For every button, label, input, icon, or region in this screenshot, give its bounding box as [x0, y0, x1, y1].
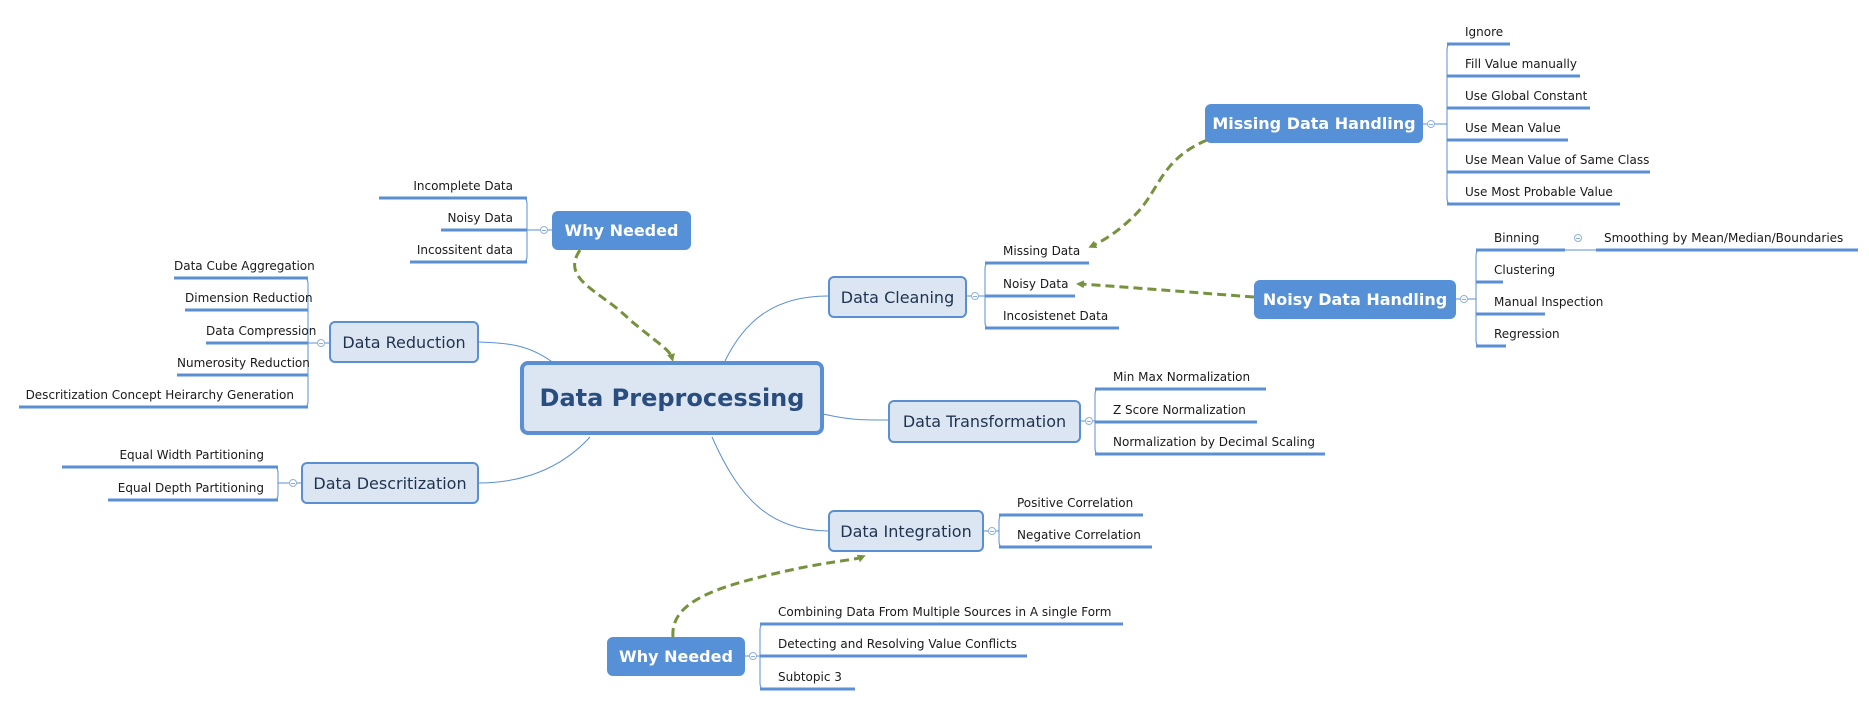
topic-label: Data Transformation	[902, 412, 1067, 431]
subtopic[interactable]: Incossitent data	[410, 243, 513, 257]
root-topic[interactable]: Data Preprocessing	[520, 361, 824, 435]
relationship-why-needed-to-root	[573, 249, 675, 362]
subtopic[interactable]: Manual Inspection	[1494, 295, 1603, 309]
subtopic[interactable]: Use Most Probable Value	[1465, 185, 1613, 199]
subtopic[interactable]: Subtopic 3	[778, 670, 842, 684]
subtopic[interactable]: Incomplete Data	[379, 179, 513, 193]
subtopic[interactable]: Fill Value manually	[1465, 57, 1577, 71]
link-root-descritization	[477, 436, 591, 484]
subtopic[interactable]: Min Max Normalization	[1113, 370, 1250, 384]
subtopic[interactable]: Dimension Reduction	[185, 291, 313, 305]
collapse-toggle-icon[interactable]	[749, 652, 757, 660]
subtopic[interactable]: Missing Data	[1003, 244, 1080, 258]
topic-label: Why Needed	[564, 221, 679, 240]
subtopic[interactable]: Noisy Data	[1003, 277, 1068, 291]
subtopic[interactable]: Use Global Constant	[1465, 89, 1587, 103]
topic-label: Data Reduction	[342, 332, 466, 352]
link-root-transformation	[822, 413, 889, 421]
subtopic[interactable]: Incosistenet Data	[1003, 309, 1108, 323]
subtopic-smoothing[interactable]: Smoothing by Mean/Median/Boundaries	[1604, 231, 1843, 245]
bracket-line	[998, 514, 1004, 548]
relationship-noisy-handling-to-noisy-data	[1076, 280, 1255, 299]
collapse-toggle-icon[interactable]	[289, 479, 297, 487]
subtopic[interactable]: Binning	[1494, 231, 1539, 245]
collapse-toggle-icon[interactable]	[317, 339, 325, 347]
link-root-cleaning	[724, 295, 829, 362]
floating-topic-why-needed-bottom[interactable]: Why Needed	[607, 637, 745, 676]
collapse-toggle-icon[interactable]	[971, 292, 979, 300]
floating-topic-noisy-data-handling[interactable]: Noisy Data Handling	[1254, 280, 1456, 319]
relationship-missing-handling-to-missing-data	[1088, 138, 1208, 248]
collapse-toggle-icon[interactable]	[1427, 120, 1435, 128]
root-topic-label: Data Preprocessing	[539, 384, 805, 412]
topic-label: Why Needed	[619, 647, 733, 666]
topic-data-reduction[interactable]: Data Reduction	[329, 321, 479, 363]
topic-label: Data Descritization	[313, 473, 467, 493]
topic-data-transformation[interactable]: Data Transformation	[888, 400, 1081, 443]
subtopic[interactable]: Positive Correlation	[1017, 496, 1133, 510]
topic-label: Missing Data Handling	[1212, 114, 1416, 133]
topic-data-integration[interactable]: Data Integration	[828, 510, 984, 552]
subtopic[interactable]: Use Mean Value	[1465, 121, 1561, 135]
collapse-toggle-icon[interactable]	[1460, 295, 1468, 303]
collapse-toggle-icon[interactable]	[988, 527, 996, 535]
topic-label: Data Cleaning	[840, 287, 955, 307]
topic-label: Data Integration	[840, 521, 972, 541]
collapse-toggle-icon[interactable]	[1574, 234, 1582, 242]
subtopic[interactable]: Detecting and Resolving Value Conflicts	[778, 637, 1017, 651]
bracket-line	[1475, 249, 1481, 347]
connections-layer	[19, 42, 1858, 691]
bracket-line	[1446, 43, 1452, 205]
subtopic[interactable]: Regression	[1494, 327, 1560, 341]
subtopic[interactable]: Noisy Data	[441, 211, 513, 225]
subtopic[interactable]: Ignore	[1465, 25, 1503, 39]
floating-topic-missing-data-handling[interactable]: Missing Data Handling	[1205, 104, 1423, 143]
subtopic[interactable]: Equal Depth Partitioning	[108, 481, 264, 495]
collapse-toggle-icon[interactable]	[540, 226, 548, 234]
subtopic[interactable]: Equal Width Partitioning	[62, 448, 264, 462]
bracket-line	[273, 466, 279, 501]
topic-data-cleaning[interactable]: Data Cleaning	[828, 276, 967, 318]
topic-data-descritization[interactable]: Data Descritization	[301, 462, 479, 504]
topic-label: Noisy Data Handling	[1262, 290, 1448, 309]
collapse-toggle-icon[interactable]	[1085, 417, 1093, 425]
subtopic[interactable]: Use Mean Value of Same Class	[1465, 153, 1649, 167]
subtopic[interactable]: Normalization by Decimal Scaling	[1113, 435, 1315, 449]
subtopic[interactable]: Data Cube Aggregation	[174, 259, 315, 273]
subtopic[interactable]: Combining Data From Multiple Sources in …	[778, 605, 1111, 619]
mind-map-canvas: Data Preprocessing Data Reduction Data D…	[0, 0, 1869, 703]
subtopic[interactable]: Numerosity Reduction	[177, 356, 310, 370]
subtopic[interactable]: Clustering	[1494, 263, 1555, 277]
link-root-integration	[711, 436, 829, 532]
subtopic[interactable]: Z Score Normalization	[1113, 403, 1246, 417]
floating-topic-why-needed-top[interactable]: Why Needed	[552, 211, 691, 250]
subtopic[interactable]: Data Compression	[206, 324, 316, 338]
subtopic[interactable]: Negative Correlation	[1017, 528, 1141, 542]
subtopic[interactable]: Descritization Concept Heirarchy Generat…	[19, 388, 294, 402]
